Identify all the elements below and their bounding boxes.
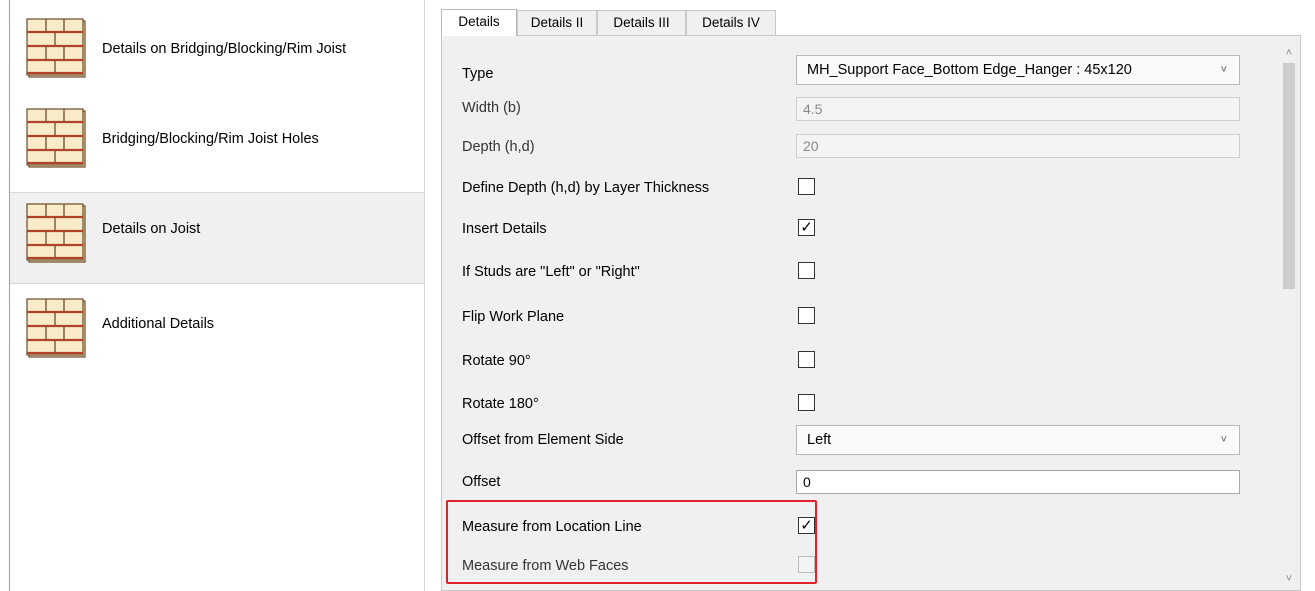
property-label: Define Depth (h,d) by Layer Thickness — [462, 180, 710, 196]
property-label: Type — [462, 66, 494, 82]
property-label: If Studs are "Left" or "Right" — [462, 264, 640, 280]
chevron-down-icon: ˅ — [1220, 64, 1227, 76]
list-item-bridging-holes[interactable]: Bridging/Blocking/Rim Joist Holes — [10, 95, 424, 185]
measure-web-faces-checkbox — [798, 556, 815, 573]
rotate-90-checkbox[interactable] — [798, 351, 815, 368]
tab-details-iii[interactable]: Details III — [597, 10, 686, 35]
offset-side-dropdown[interactable]: Left ˅ — [796, 425, 1240, 455]
property-label: Offset — [462, 474, 501, 490]
studs-left-right-checkbox[interactable] — [798, 262, 815, 279]
flip-work-plane-checkbox[interactable] — [798, 307, 815, 324]
joist-detail-icon — [25, 107, 87, 169]
offset-side-dropdown-value: Left — [807, 432, 832, 448]
vertical-scrollbar[interactable]: ˄ ˅ — [1279, 37, 1299, 589]
property-label: Insert Details — [462, 221, 547, 237]
tab-details[interactable]: Details — [441, 9, 517, 36]
width-field: 4.5 — [796, 97, 1240, 121]
list-item-label: Details on Joist — [102, 221, 201, 237]
list-item-details-bridging[interactable]: Details on Bridging/Blocking/Rim Joist — [10, 0, 424, 90]
tab-details-iv[interactable]: Details IV — [686, 10, 776, 35]
list-item-label: Bridging/Blocking/Rim Joist Holes — [102, 131, 319, 147]
detail-category-list: Details on Bridging/Blocking/Rim Joist B… — [9, 0, 425, 591]
property-label: Measure from Location Line — [462, 519, 642, 535]
scrollbar-thumb[interactable] — [1283, 63, 1295, 289]
list-item-details-on-joist[interactable]: Details on Joist — [10, 192, 424, 284]
offset-field[interactable]: 0 — [796, 470, 1240, 494]
property-label: Offset from Element Side — [462, 432, 624, 448]
list-item-label: Details on Bridging/Blocking/Rim Joist — [102, 41, 347, 57]
type-dropdown[interactable]: MH_Support Face_Bottom Edge_Hanger : 45x… — [796, 55, 1240, 85]
list-item-additional-details[interactable]: Additional Details — [10, 285, 424, 375]
define-depth-checkbox[interactable] — [798, 178, 815, 195]
depth-field: 20 — [796, 134, 1240, 158]
joist-detail-icon — [25, 297, 87, 359]
chevron-up-icon[interactable]: ˄ — [1279, 43, 1299, 63]
tab-details-ii[interactable]: Details II — [517, 10, 597, 35]
property-label: Depth (h,d) — [462, 139, 535, 155]
property-label: Flip Work Plane — [462, 309, 565, 325]
rotate-180-checkbox[interactable] — [798, 394, 815, 411]
type-dropdown-value: MH_Support Face_Bottom Edge_Hanger : 45x… — [807, 62, 1132, 78]
property-label: Rotate 90° — [462, 353, 531, 369]
property-grid: Type MH_Support Face_Bottom Edge_Hanger … — [441, 35, 1301, 591]
property-label: Measure from Web Faces — [462, 558, 629, 574]
property-label: Width (b) — [462, 100, 521, 116]
measure-location-line-checkbox[interactable]: ✓ — [798, 517, 815, 534]
list-item-label: Additional Details — [102, 316, 215, 332]
chevron-down-icon[interactable]: ˅ — [1279, 569, 1299, 589]
joist-detail-icon — [25, 17, 87, 79]
property-label: Rotate 180° — [462, 396, 539, 412]
chevron-down-icon: ˅ — [1220, 434, 1227, 446]
insert-details-checkbox[interactable]: ✓ — [798, 219, 815, 236]
joist-detail-icon — [25, 202, 87, 264]
